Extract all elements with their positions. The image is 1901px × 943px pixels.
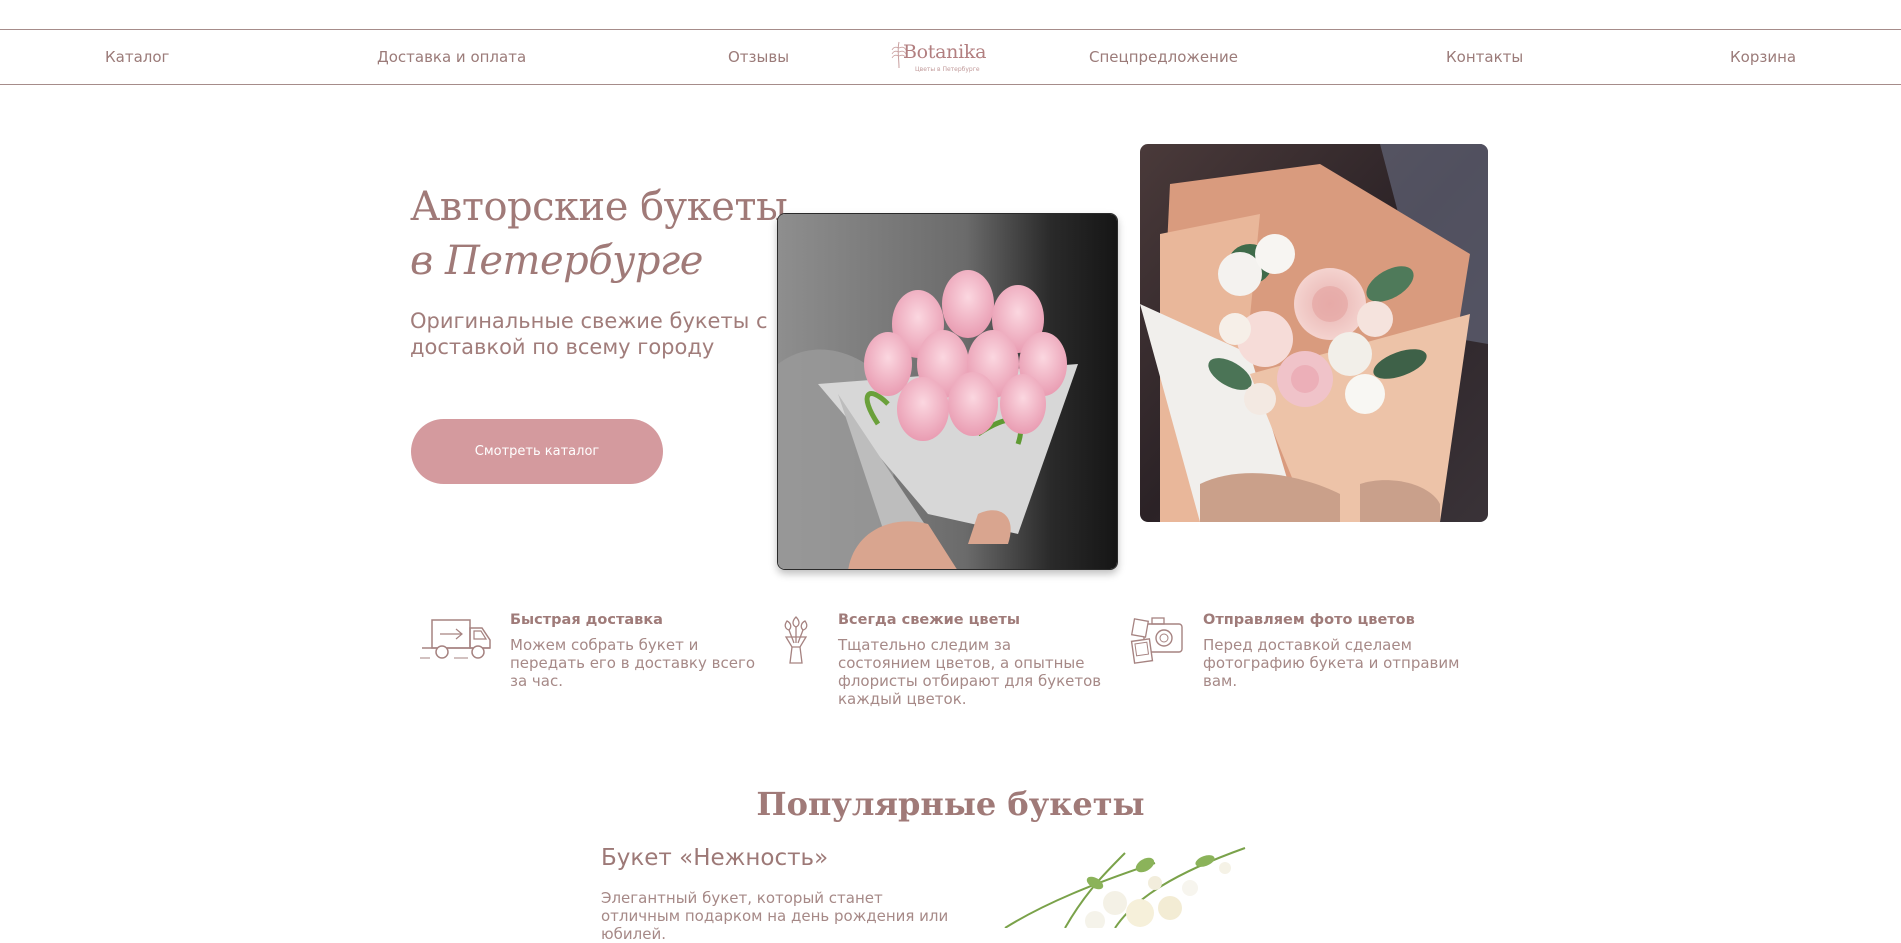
- feature-text: Тщательно следим за состоянием цветов, а…: [838, 636, 1102, 708]
- feature-photo-before-delivery: Отправляем фото цветов Перед доставкой с…: [1203, 612, 1493, 690]
- hero-title-line2: в Петербурге: [410, 238, 703, 284]
- feature-title: Отправляем фото цветов: [1203, 612, 1415, 628]
- feature-fresh-flowers: Всегда свежие цветы Тщательно следим за …: [838, 612, 1108, 708]
- nav-link-cart[interactable]: Корзина: [1730, 48, 1796, 66]
- logo-wordmark: Botanika: [903, 41, 987, 63]
- brand-logo[interactable]: Botanika Цветы в Петербурге: [891, 37, 991, 77]
- nav-link-reviews[interactable]: Отзывы: [728, 48, 789, 66]
- product-description: Элегантный букет, который станет отличны…: [601, 889, 949, 943]
- product-title[interactable]: Букет «Нежность»: [601, 845, 828, 871]
- tulip-bouquet-image: [778, 214, 1117, 569]
- logo-subtitle: Цветы в Петербурге: [915, 66, 980, 73]
- feature-title: Всегда свежие цветы: [838, 612, 1020, 628]
- view-catalog-button[interactable]: Смотреть каталог: [411, 419, 663, 484]
- nav-link-special-offer[interactable]: Спецпредложение: [1089, 48, 1238, 66]
- feature-title: Быстрая доставка: [510, 612, 663, 628]
- white-flower-bouquet-image: [1004, 847, 1246, 931]
- delivery-truck-icon: [418, 614, 494, 668]
- product-image-nezhnost[interactable]: [945, 843, 1275, 931]
- feature-fast-delivery: Быстрая доставка Можем собрать букет и п…: [510, 612, 770, 690]
- rose-bouquet-image: [1140, 144, 1488, 522]
- hero-photo-tulips: [777, 213, 1118, 570]
- hero-photo-roses: [1140, 144, 1488, 522]
- camera-photo-icon: [1130, 614, 1186, 670]
- hero-subtitle: Оригинальные свежие букеты с доставкой п…: [410, 309, 768, 359]
- top-navigation: Каталог Доставка и оплата Отзывы Botanik…: [0, 29, 1901, 85]
- feature-text: Можем собрать букет и передать его в дос…: [510, 636, 756, 690]
- hero-title-line1: Авторские букеты: [410, 184, 788, 230]
- nav-link-catalog[interactable]: Каталог: [105, 48, 169, 66]
- popular-section-title: Популярные букеты: [756, 785, 1145, 823]
- flower-bouquet-icon: [778, 613, 814, 669]
- hero-title: Авторские букеты в Петербурге: [410, 180, 788, 288]
- nav-link-contacts[interactable]: Контакты: [1446, 48, 1523, 66]
- nav-link-delivery[interactable]: Доставка и оплата: [377, 48, 526, 66]
- feature-text: Перед доставкой сделаем фотографию букет…: [1203, 636, 1460, 690]
